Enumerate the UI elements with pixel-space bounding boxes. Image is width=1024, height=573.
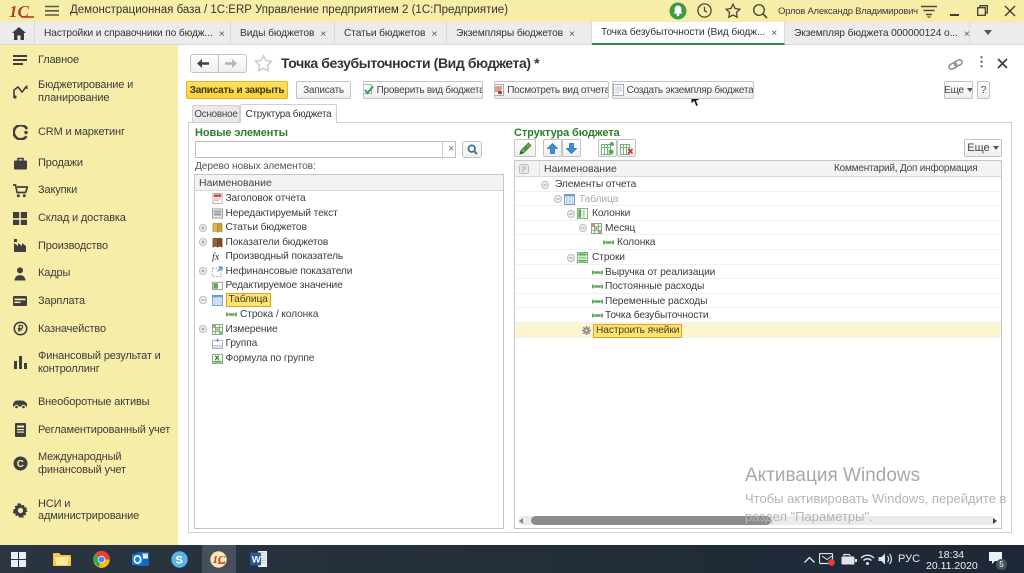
svg-text:1С: 1С	[213, 554, 227, 566]
svg-text:S: S	[176, 555, 183, 567]
svg-text:C: C	[16, 459, 23, 470]
svg-text:fx: fx	[212, 252, 220, 262]
svg-text:W: W	[252, 555, 261, 566]
svg-text:₽: ₽	[17, 324, 23, 334]
